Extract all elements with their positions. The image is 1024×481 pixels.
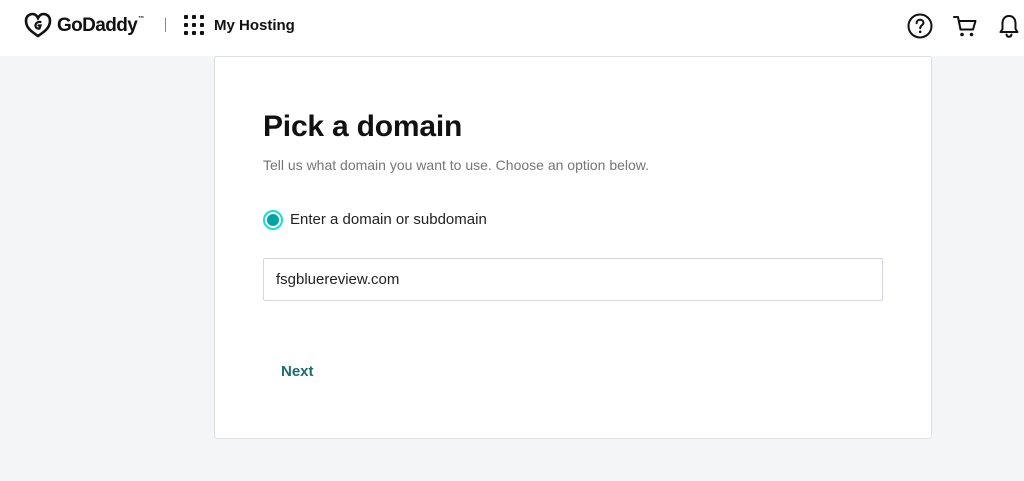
page-title: Pick a domain: [263, 110, 463, 143]
top-bar: GoDaddy™ My Hosting: [0, 0, 1024, 56]
domain-option[interactable]: Enter a domain or subdomain: [263, 210, 487, 230]
section-title[interactable]: My Hosting: [214, 17, 295, 35]
domain-input[interactable]: [263, 258, 883, 301]
next-button[interactable]: Next: [263, 353, 332, 389]
godaddy-logo-icon: [23, 11, 53, 39]
header-divider: [165, 18, 166, 32]
domain-option-radio[interactable]: [263, 210, 283, 230]
help-icon[interactable]: [906, 12, 934, 40]
apps-grid-icon[interactable]: [184, 15, 204, 35]
brand-name: GoDaddy™: [57, 14, 144, 36]
domain-option-label: Enter a domain or subdomain: [290, 211, 487, 228]
bell-icon[interactable]: [995, 12, 1023, 40]
pick-domain-card: Pick a domain Tell us what domain you wa…: [214, 56, 932, 439]
page-subtitle: Tell us what domain you want to use. Cho…: [263, 157, 650, 173]
trademark-mark: ™: [138, 15, 144, 22]
cart-icon[interactable]: [951, 12, 979, 40]
godaddy-logo[interactable]: GoDaddy™: [23, 11, 144, 39]
